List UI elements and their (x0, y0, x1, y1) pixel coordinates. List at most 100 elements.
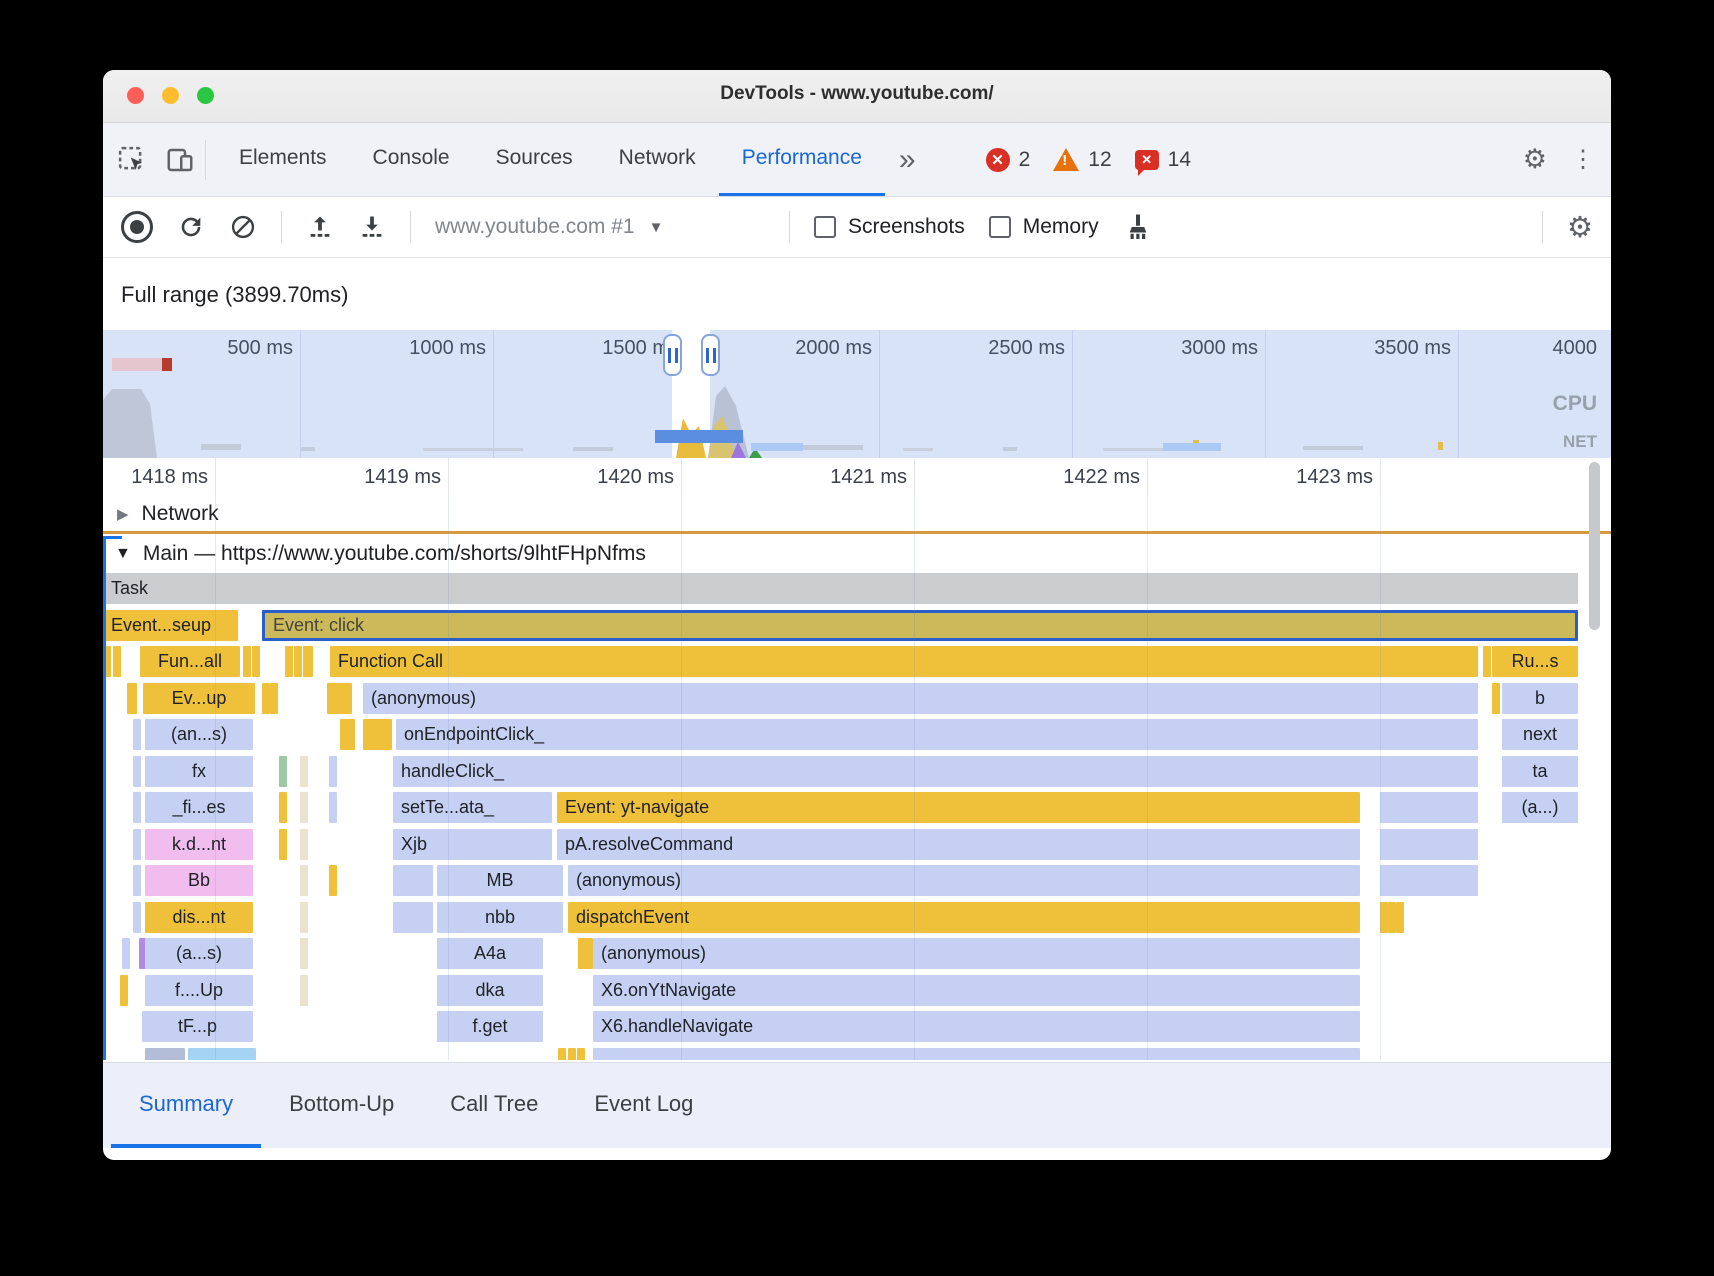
flame-bar[interactable] (133, 902, 141, 933)
load-profile-icon[interactable] (306, 213, 334, 241)
flame-bar[interactable] (1380, 902, 1388, 933)
flame-bar[interactable]: handleClick_ (393, 756, 1478, 787)
details-tab-summary[interactable]: Summary (111, 1063, 261, 1148)
flame-chart[interactable]: TaskEvent...seupEvent: clickFun...allFun… (103, 573, 1611, 1060)
flame-bar[interactable] (329, 756, 337, 787)
flame-bar[interactable]: f.get (437, 1011, 543, 1042)
flame-bar[interactable] (393, 902, 433, 933)
flame-bar[interactable]: dispatchEvent (568, 902, 1360, 933)
memory-checkbox[interactable]: Memory (989, 215, 1099, 239)
flame-bar[interactable]: Ru...s (1492, 646, 1578, 677)
record-button[interactable] (121, 211, 153, 243)
flame-bar[interactable]: A4a (437, 938, 543, 969)
flame-bar[interactable] (327, 683, 352, 714)
flame-bar[interactable] (133, 756, 141, 787)
flame-bar[interactable] (1380, 792, 1478, 823)
flame-bar[interactable] (270, 683, 278, 714)
flame-bar[interactable]: Xjb (393, 829, 552, 860)
flame-bar[interactable]: (anonymous) (593, 938, 1360, 969)
flame-bar[interactable]: nbb (437, 902, 563, 933)
flame-bar[interactable] (122, 938, 130, 969)
flame-bar[interactable] (593, 1048, 1360, 1060)
flame-bar[interactable]: (an...s) (145, 719, 253, 750)
more-tabs-icon[interactable]: » (885, 123, 928, 196)
flame-bar[interactable]: ta (1502, 756, 1578, 787)
flame-bar[interactable] (252, 646, 260, 677)
flame-bar[interactable]: f....Up (145, 975, 253, 1006)
flame-bar[interactable]: (anonymous) (363, 683, 1478, 714)
flame-bar[interactable] (577, 1048, 585, 1060)
profile-select[interactable]: www.youtube.com #1 ▼ (435, 215, 765, 239)
flame-bar[interactable] (1380, 865, 1478, 896)
flame-bar[interactable]: fx (145, 756, 253, 787)
vertical-scrollbar-thumb[interactable] (1589, 462, 1600, 630)
timeline-overview[interactable]: 500 ms1000 ms1500 ms2000 ms2500 ms3000 m… (103, 330, 1611, 458)
flame-bar[interactable] (1380, 829, 1478, 860)
flame-bar[interactable]: k.d...nt (145, 829, 253, 860)
flame-bar[interactable]: MB (437, 865, 563, 896)
flame-bar[interactable]: Task (103, 573, 1578, 604)
flame-bar[interactable] (1396, 902, 1404, 933)
expand-triangle-icon[interactable]: ▶ (117, 505, 129, 523)
flame-bar[interactable] (133, 829, 141, 860)
panel-settings-gear-icon[interactable]: ⚙ (1567, 210, 1593, 245)
details-tab-call-tree[interactable]: Call Tree (422, 1063, 566, 1148)
track-main[interactable]: ▼ Main — https://www.youtube.com/shorts/… (103, 536, 1611, 572)
flame-bar[interactable] (133, 719, 141, 750)
flame-bar[interactable] (1388, 902, 1396, 933)
flame-bar[interactable] (300, 829, 308, 860)
flame-bar[interactable] (300, 792, 308, 823)
tab-elements[interactable]: Elements (216, 123, 350, 196)
collapse-triangle-icon[interactable]: ▼ (115, 545, 131, 563)
flame-bar[interactable]: (a...) (1502, 792, 1578, 823)
flame-bar[interactable] (340, 719, 355, 750)
issues-count[interactable]: 14 (1168, 148, 1191, 172)
flame-bar[interactable] (279, 792, 287, 823)
flame-bar[interactable] (300, 865, 308, 896)
flame-bar[interactable]: setTe...ata_ (393, 792, 552, 823)
flame-bar[interactable]: _fi...es (145, 792, 253, 823)
flame-bar[interactable] (300, 938, 308, 969)
flame-bar[interactable] (188, 1048, 256, 1060)
flame-bar-selected[interactable]: Event: click (262, 610, 1578, 641)
flame-bar[interactable] (1492, 683, 1500, 714)
flame-bar[interactable] (329, 792, 337, 823)
flame-bar[interactable]: Ev...up (143, 683, 255, 714)
save-profile-icon[interactable] (358, 213, 386, 241)
flame-bar[interactable] (285, 646, 293, 677)
flame-bar[interactable] (294, 646, 302, 677)
screenshots-checkbox[interactable]: Screenshots (814, 215, 965, 239)
flame-bar[interactable] (303, 646, 313, 677)
reload-and-record-button[interactable] (177, 213, 205, 241)
flame-bar[interactable]: dis...nt (145, 902, 253, 933)
flame-bar[interactable] (133, 792, 141, 823)
flame-bar[interactable] (120, 975, 128, 1006)
flame-bar[interactable]: Function Call (330, 646, 1478, 677)
tab-sources[interactable]: Sources (473, 123, 596, 196)
checkbox-box[interactable] (814, 216, 836, 238)
error-icon[interactable]: ✕ (986, 148, 1010, 172)
details-tab-event-log[interactable]: Event Log (566, 1063, 721, 1148)
warning-count[interactable]: 12 (1088, 148, 1111, 172)
flame-bar[interactable]: b (1502, 683, 1578, 714)
inspect-icon[interactable] (117, 145, 147, 175)
flame-bar[interactable]: onEndpointClick_ (396, 719, 1478, 750)
issues-icon[interactable]: ✕ (1135, 150, 1159, 170)
flame-bar[interactable]: (anonymous) (568, 865, 1360, 896)
flame-bar[interactable]: dka (437, 975, 543, 1006)
flame-bar[interactable] (363, 719, 392, 750)
clear-button[interactable] (229, 213, 257, 241)
flame-bar[interactable] (243, 646, 251, 677)
checkbox-box[interactable] (989, 216, 1011, 238)
flame-bar[interactable] (585, 938, 593, 969)
flame-bar[interactable]: next (1502, 719, 1578, 750)
collect-garbage-icon[interactable] (1123, 212, 1153, 242)
warning-icon[interactable]: ! (1053, 148, 1079, 171)
flame-bar[interactable]: (a...s) (145, 938, 253, 969)
selection-handle-right[interactable] (701, 334, 720, 376)
device-toolbar-icon[interactable] (165, 145, 195, 175)
kebab-menu-icon[interactable]: ⋮ (1571, 145, 1595, 174)
flame-bar[interactable]: Fun...all (140, 646, 240, 677)
tab-performance[interactable]: Performance (719, 123, 885, 196)
flame-bar[interactable] (300, 975, 308, 1006)
